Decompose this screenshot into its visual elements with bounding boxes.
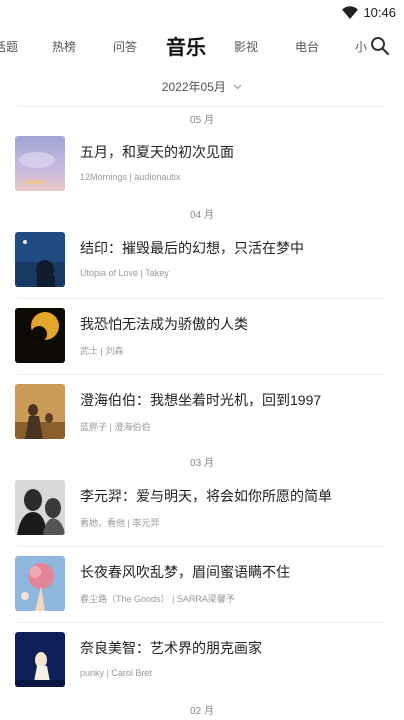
list-item[interactable]: 五月，和夏天的初次见面 12Mornings | audionautix xyxy=(0,136,404,206)
divider xyxy=(18,106,386,107)
divider xyxy=(18,622,386,623)
item-title: 澄海伯伯：我想坐着时光机，回到1997 xyxy=(80,392,322,408)
divider xyxy=(18,546,386,547)
item-meta: 蓝胖子 | 澄海伯伯 xyxy=(80,422,151,432)
item-title: 五月，和夏天的初次见面 xyxy=(80,144,234,160)
cover-image xyxy=(15,232,65,287)
item-title: 我恐怕无法成为骄傲的人类 xyxy=(80,316,248,332)
cover-image xyxy=(15,632,65,687)
divider xyxy=(18,298,386,299)
item-title: 结印：摧毁最后的幻想，只活在梦中 xyxy=(80,240,304,256)
item-meta: 武士 | 刘森 xyxy=(80,346,124,356)
tab-music[interactable]: 音乐 xyxy=(166,31,206,60)
list-item[interactable]: 奈良美智：艺术界的朋克画家 punky | Carol Bret xyxy=(0,632,404,702)
item-title: 长夜春风吹乱梦，眉间蜜语瞒不住 xyxy=(80,564,290,580)
search-icon[interactable] xyxy=(370,36,390,61)
month-picker[interactable]: 2022年05月 xyxy=(0,78,404,95)
tab-film[interactable]: 影视 xyxy=(234,38,258,55)
item-meta: 春尘路（The Goods） | SARRA梁馨予 xyxy=(80,594,235,604)
month-section-header: 03 月 xyxy=(190,458,214,469)
list-item[interactable]: 结印：摧毁最后的幻想，只活在梦中 Utopia of Love | Takey xyxy=(0,232,404,302)
tab-hot-list[interactable]: 热榜 xyxy=(52,38,76,55)
category-tabs: 话题 热榜 问答 音乐 影视 电台 小 xyxy=(0,26,404,66)
list-item[interactable]: 我恐怕无法成为骄傲的人类 武士 | 刘森 xyxy=(0,308,404,378)
list-item[interactable]: 李元羿：爱与明天，将会如你所愿的简单 看她，看他 | 李元羿 xyxy=(0,480,404,550)
month-section-header: 05 月 xyxy=(190,115,214,126)
item-meta: Utopia of Love | Takey xyxy=(80,268,169,278)
item-meta: punky | Carol Bret xyxy=(80,668,152,678)
status-time: 10:46 xyxy=(363,5,396,20)
status-bar: 10:46 xyxy=(0,0,404,26)
item-meta: 12Mornings | audionautix xyxy=(80,172,181,182)
cover-image xyxy=(15,384,65,439)
item-meta: 看她，看他 | 李元羿 xyxy=(80,518,160,528)
cover-image xyxy=(15,480,65,535)
month-section-header: 02 月 xyxy=(190,706,214,717)
tab-qa[interactable]: 问答 xyxy=(113,38,137,55)
month-section-header: 04 月 xyxy=(190,210,214,221)
month-picker-label: 2022年05月 xyxy=(161,80,226,94)
list-item[interactable]: 长夜春风吹乱梦，眉间蜜语瞒不住 春尘路（The Goods） | SARRA梁馨… xyxy=(0,556,404,626)
item-title: 李元羿：爱与明天，将会如你所愿的简单 xyxy=(80,488,332,504)
list-item[interactable]: 澄海伯伯：我想坐着时光机，回到1997 蓝胖子 | 澄海伯伯 xyxy=(0,384,404,454)
item-title: 奈良美智：艺术界的朋克画家 xyxy=(80,640,262,656)
wifi-icon xyxy=(342,6,358,24)
tab-radio[interactable]: 电台 xyxy=(295,38,319,55)
cover-image xyxy=(15,556,65,611)
cover-image xyxy=(15,308,65,363)
cover-image xyxy=(15,136,65,191)
chevron-down-icon xyxy=(233,79,242,93)
tab-topics[interactable]: 话题 xyxy=(0,38,18,55)
divider xyxy=(18,374,386,375)
tab-more[interactable]: 小 xyxy=(355,38,367,55)
